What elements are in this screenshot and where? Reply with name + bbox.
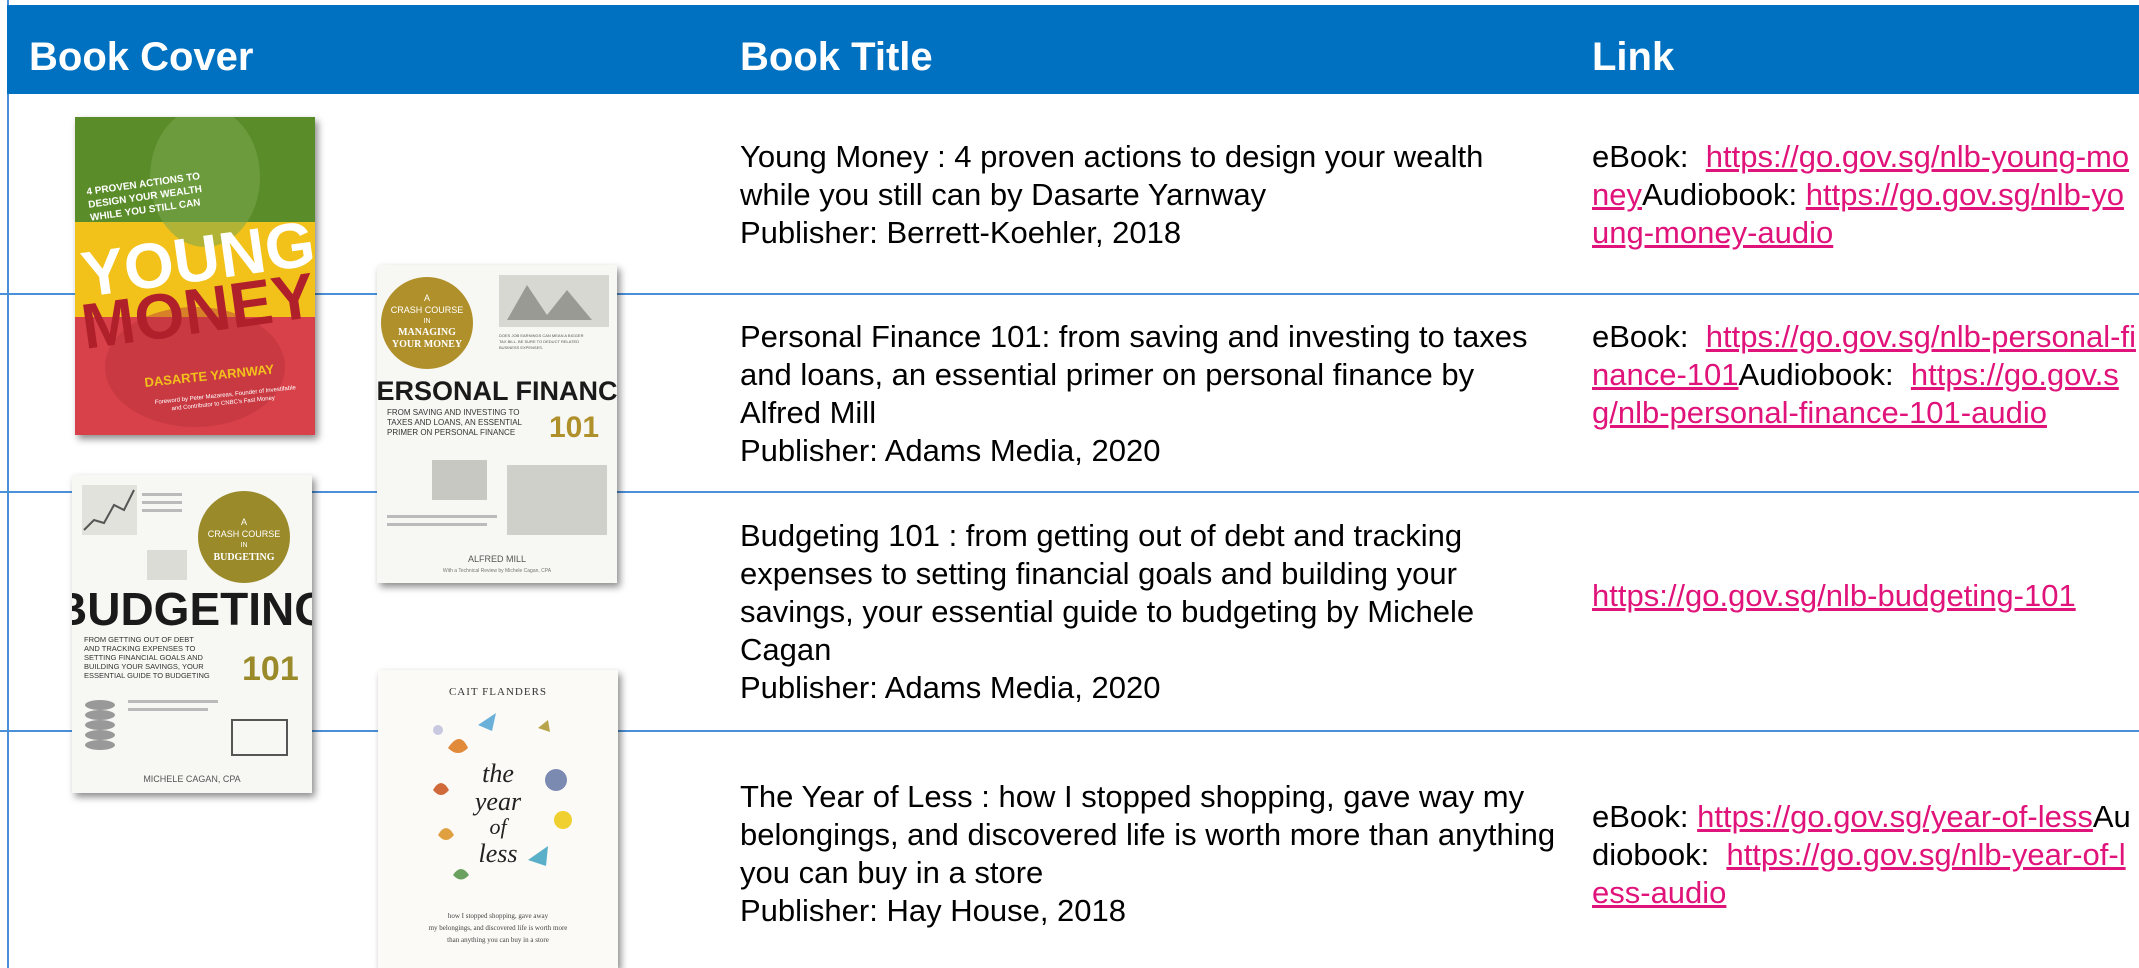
book-link-cell: eBook: https://go.gov.sg/nlb-personal-fi… xyxy=(1592,318,2137,432)
table-border-left xyxy=(7,0,9,968)
svg-text:less: less xyxy=(479,839,518,868)
svg-text:IN: IN xyxy=(424,318,431,325)
ebook-label: eBook: xyxy=(1592,319,1689,354)
book-publisher: Publisher: Hay House, 2018 xyxy=(740,893,1127,928)
book-title: Budgeting 101 : from getting out of debt… xyxy=(740,518,1475,667)
book-link[interactable]: https://go.gov.sg/nlb-budgeting-101 xyxy=(1592,578,2076,613)
cover-review: With a Technical Review by Michele Cagan… xyxy=(443,568,552,574)
book-title-cell: Personal Finance 101: from saving and in… xyxy=(740,318,1560,470)
book-title: Young Money : 4 proven actions to design… xyxy=(740,139,1484,212)
book-title-cell: Budgeting 101 : from getting out of debt… xyxy=(740,517,1560,707)
svg-text:A: A xyxy=(424,293,430,303)
cover-budgeting-101: A CRASH COURSE IN BUDGETING BUDGETING FR… xyxy=(72,475,312,793)
book-list-slide: Book Cover Book Title Link 4 PROVEN ACTI… xyxy=(0,0,2139,968)
book-publisher: Publisher: Adams Media, 2020 xyxy=(740,433,1161,468)
audiobook-label: Audiobook: xyxy=(1641,177,1798,212)
cover-title: PERSONAL FINANCE xyxy=(377,376,617,406)
svg-text:TAX BILL. BE SURE TO DEDUCT RE: TAX BILL. BE SURE TO DEDUCT RELATED xyxy=(499,339,579,344)
header-book-title: Book Title xyxy=(740,35,933,79)
cover-young-money: 4 PROVEN ACTIONS TO DESIGN YOUR WEALTH W… xyxy=(75,117,315,435)
svg-text:DOES JOB EARNINGS CAN MEAN A B: DOES JOB EARNINGS CAN MEAN A BIGGER xyxy=(499,333,584,338)
svg-text:year: year xyxy=(472,787,522,816)
ebook-label: eBook: xyxy=(1592,139,1689,174)
audiobook-label: Audiobook: xyxy=(1738,357,1894,392)
header-book-cover: Book Cover xyxy=(29,35,254,79)
cover-author: CAIT FLANDERS xyxy=(449,686,547,698)
svg-text:FROM GETTING OUT OF DEBT: FROM GETTING OUT OF DEBT xyxy=(84,635,194,644)
ebook-link[interactable]: https://go.gov.sg/year-of-less xyxy=(1697,799,2093,834)
svg-text:how I stopped shopping, gave a: how I stopped shopping, gave away xyxy=(448,912,549,920)
book-link-cell: https://go.gov.sg/nlb-budgeting-101 xyxy=(1592,577,2137,615)
svg-text:A: A xyxy=(241,517,247,527)
svg-text:the: the xyxy=(482,759,514,788)
svg-text:IN: IN xyxy=(241,542,248,549)
book-title: The Year of Less : how I stopped shoppin… xyxy=(740,779,1556,890)
ebook-label: eBook: xyxy=(1592,799,1689,834)
cover-number: 101 xyxy=(549,411,599,444)
svg-text:BUSINESS EXPENSES.: BUSINESS EXPENSES. xyxy=(499,345,543,350)
cover-number: 101 xyxy=(242,650,299,688)
row-divider xyxy=(0,730,2139,732)
svg-text:YOUR MONEY: YOUR MONEY xyxy=(392,339,463,350)
svg-text:AND TRACKING EXPENSES TO: AND TRACKING EXPENSES TO xyxy=(84,644,195,653)
header-link: Link xyxy=(1592,35,1675,79)
row-divider xyxy=(0,491,2139,493)
svg-text:MANAGING: MANAGING xyxy=(398,327,456,338)
svg-text:FROM SAVING AND INVESTING TO: FROM SAVING AND INVESTING TO xyxy=(387,408,519,417)
book-title-cell: The Year of Less : how I stopped shoppin… xyxy=(740,778,1560,930)
svg-text:ESSENTIAL GUIDE TO BUDGETING: ESSENTIAL GUIDE TO BUDGETING xyxy=(84,671,210,680)
svg-text:TAXES AND LOANS, AN ESSENTIAL: TAXES AND LOANS, AN ESSENTIAL xyxy=(387,418,523,427)
book-publisher: Publisher: Berrett-Koehler, 2018 xyxy=(740,215,1182,250)
cover-personal-finance-101: A CRASH COURSE IN MANAGING YOUR MONEY DO… xyxy=(377,265,617,583)
svg-text:my belongings, and discovered: my belongings, and discovered life is wo… xyxy=(429,924,568,932)
table-header: Book Cover Book Title Link xyxy=(7,5,2139,94)
book-link-cell: eBook: https://go.gov.sg/nlb-young-money… xyxy=(1592,138,2137,252)
cover-badge: BUDGETING xyxy=(213,552,274,563)
row-divider xyxy=(0,293,2139,295)
svg-text:PRIMER ON PERSONAL FINANCE: PRIMER ON PERSONAL FINANCE xyxy=(387,428,515,437)
svg-text:of: of xyxy=(489,814,509,839)
cover-title: BUDGETING xyxy=(72,583,312,635)
cover-author: ALFRED MILL xyxy=(468,554,526,564)
svg-text:than anything you can buy in a: than anything you can buy in a store xyxy=(447,936,549,944)
svg-text:CRASH COURSE: CRASH COURSE xyxy=(208,529,281,539)
cover-author: MICHELE CAGAN, CPA xyxy=(143,774,240,784)
svg-text:CRASH COURSE: CRASH COURSE xyxy=(391,305,464,315)
svg-text:BUILDING YOUR SAVINGS, YOUR: BUILDING YOUR SAVINGS, YOUR xyxy=(84,662,204,671)
book-title: Personal Finance 101: from saving and in… xyxy=(740,319,1528,430)
cover-year-of-less: CAIT FLANDERS the year of less how I sto… xyxy=(378,670,618,968)
book-publisher: Publisher: Adams Media, 2020 xyxy=(740,670,1161,705)
svg-text:SETTING FINANCIAL GOALS AND: SETTING FINANCIAL GOALS AND xyxy=(84,653,203,662)
book-title-cell: Young Money : 4 proven actions to design… xyxy=(740,138,1560,252)
book-link-cell: eBook: https://go.gov.sg/year-of-lessAud… xyxy=(1592,798,2137,912)
